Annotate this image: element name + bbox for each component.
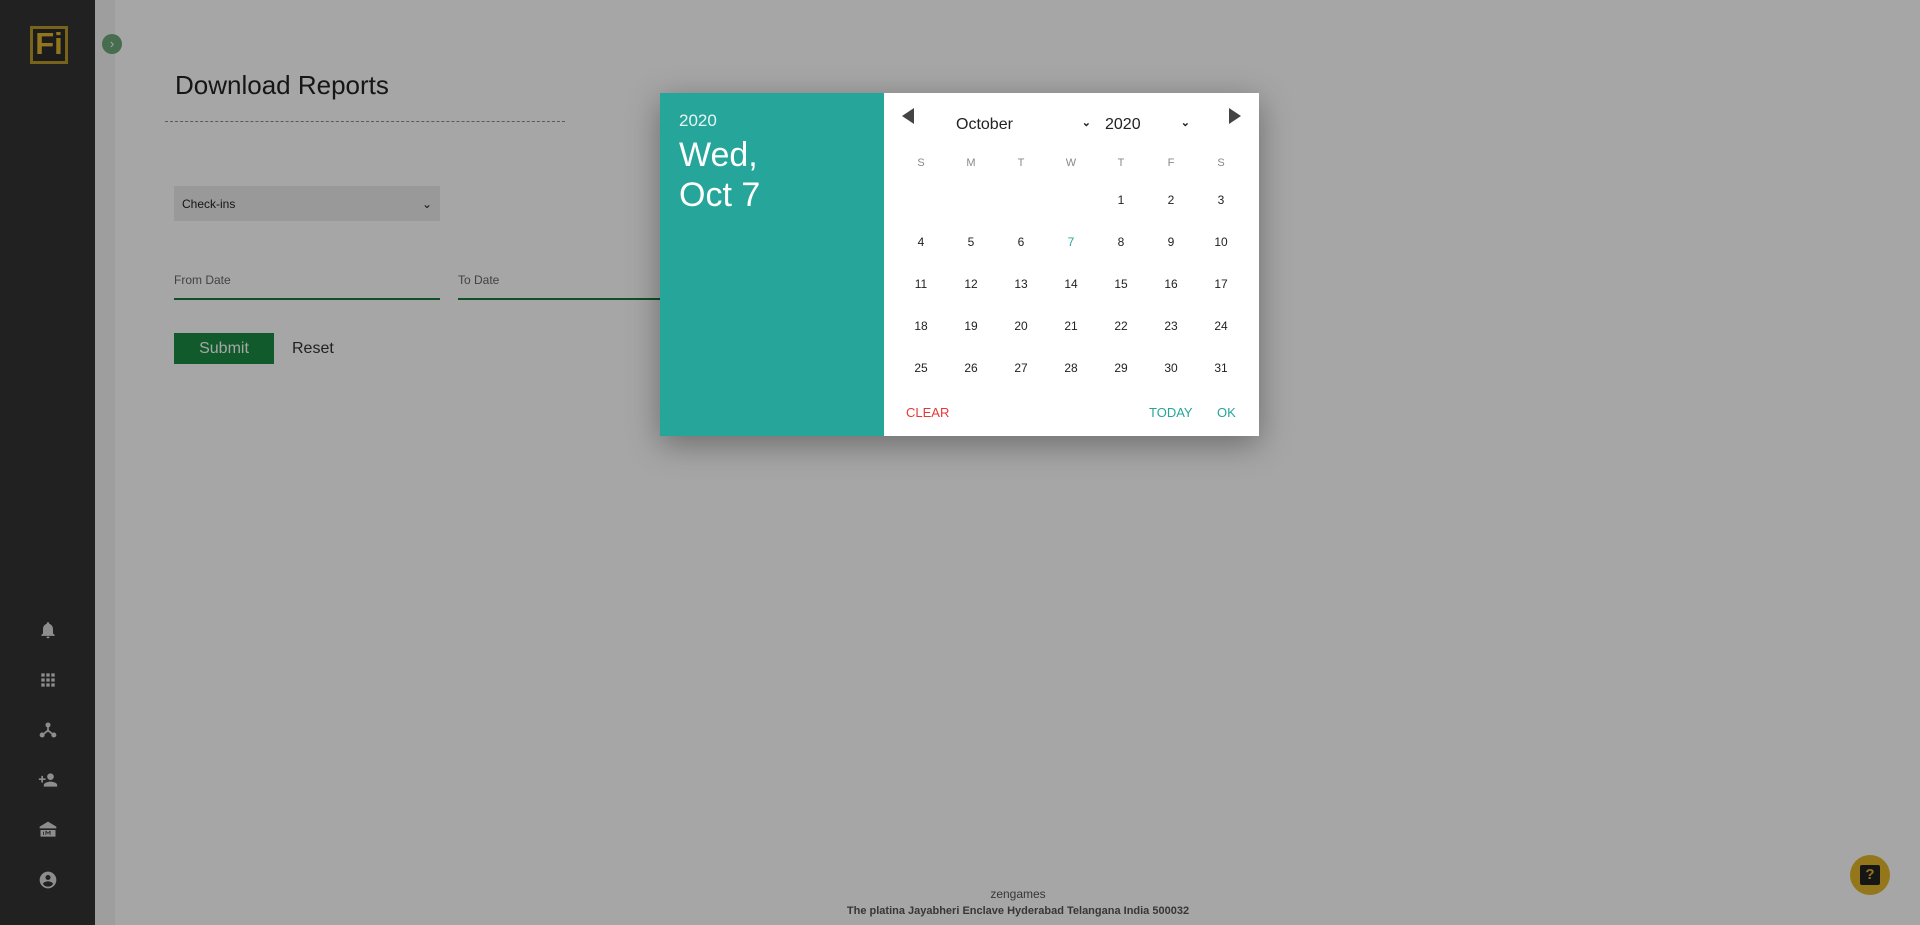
- calendar-day[interactable]: 15: [1096, 263, 1146, 305]
- header-selected-date: Wed, Oct 7: [679, 135, 865, 215]
- calendar-day[interactable]: 22: [1096, 305, 1146, 347]
- calendar-empty-cell: [946, 179, 996, 221]
- calendar-day[interactable]: 3: [1196, 179, 1246, 221]
- calendar-day-grid: 1 2 3 4 5 6 7 8 9 10 11 12 13 14 15 16 17 18 19 20 21 22 23 24 2…: [896, 179, 1246, 389]
- chevron-down-icon: ⌄: [1081, 117, 1091, 129]
- calendar-empty-cell: [996, 179, 1046, 221]
- calendar-day-selected[interactable]: 7: [1046, 221, 1096, 263]
- year-select-value: 2020: [1105, 116, 1141, 133]
- calendar-day[interactable]: 20: [996, 305, 1046, 347]
- calendar-empty-cell: [896, 179, 946, 221]
- calendar-day[interactable]: 11: [896, 263, 946, 305]
- date-picker-dialog: 2020 Wed, Oct 7 October ⌄ 2020 ⌄ S M T W T F S…: [660, 93, 1259, 436]
- calendar-day[interactable]: 21: [1046, 305, 1096, 347]
- month-select[interactable]: October ⌄: [956, 116, 1091, 134]
- calendar-day[interactable]: 23: [1146, 305, 1196, 347]
- calendar-day[interactable]: 8: [1096, 221, 1146, 263]
- date-picker-body: October ⌄ 2020 ⌄ SMTWTFS 1 2 3 4 5 6 7 8 9 10 11 12…: [884, 93, 1259, 436]
- weekday-label: M: [966, 157, 976, 169]
- calendar-day[interactable]: 30: [1146, 347, 1196, 389]
- calendar-day[interactable]: 29: [1096, 347, 1146, 389]
- header-weekday: Wed,: [679, 136, 758, 174]
- next-month-button[interactable]: [1229, 108, 1241, 124]
- weekday-label: T: [1117, 157, 1125, 169]
- weekday-label: T: [1017, 157, 1025, 169]
- weekday-label: W: [1065, 157, 1077, 169]
- clear-button[interactable]: CLEAR: [906, 405, 949, 420]
- calendar-day[interactable]: 16: [1146, 263, 1196, 305]
- ok-button[interactable]: OK: [1217, 405, 1236, 420]
- year-select[interactable]: 2020 ⌄: [1105, 116, 1190, 134]
- calendar-day[interactable]: 9: [1146, 221, 1196, 263]
- calendar-day[interactable]: 24: [1196, 305, 1246, 347]
- weekday-header-row: SMTWTFS: [896, 157, 1246, 169]
- calendar-day[interactable]: 6: [996, 221, 1046, 263]
- header-month-day: Oct 7: [679, 176, 761, 214]
- weekday-label: S: [1217, 157, 1225, 169]
- calendar-day[interactable]: 10: [1196, 221, 1246, 263]
- weekday-label: S: [917, 157, 925, 169]
- calendar-day[interactable]: 31: [1196, 347, 1246, 389]
- date-picker-header: 2020 Wed, Oct 7: [660, 93, 884, 436]
- calendar-day[interactable]: 2: [1146, 179, 1196, 221]
- weekday-label: F: [1167, 157, 1175, 169]
- header-year[interactable]: 2020: [679, 111, 865, 131]
- calendar-day[interactable]: 1: [1096, 179, 1146, 221]
- calendar-empty-cell: [1046, 179, 1096, 221]
- calendar-day[interactable]: 19: [946, 305, 996, 347]
- today-button[interactable]: TODAY: [1149, 405, 1193, 420]
- calendar-day[interactable]: 13: [996, 263, 1046, 305]
- month-select-value: October: [956, 116, 1013, 133]
- calendar-day[interactable]: 26: [946, 347, 996, 389]
- calendar-day[interactable]: 4: [896, 221, 946, 263]
- calendar-day[interactable]: 5: [946, 221, 996, 263]
- calendar-day[interactable]: 18: [896, 305, 946, 347]
- chevron-down-icon: ⌄: [1180, 117, 1190, 129]
- calendar-day[interactable]: 27: [996, 347, 1046, 389]
- calendar-day[interactable]: 14: [1046, 263, 1096, 305]
- calendar-day[interactable]: 28: [1046, 347, 1096, 389]
- calendar-day[interactable]: 25: [896, 347, 946, 389]
- prev-month-button[interactable]: [902, 108, 914, 124]
- calendar-day[interactable]: 12: [946, 263, 996, 305]
- calendar-day[interactable]: 17: [1196, 263, 1246, 305]
